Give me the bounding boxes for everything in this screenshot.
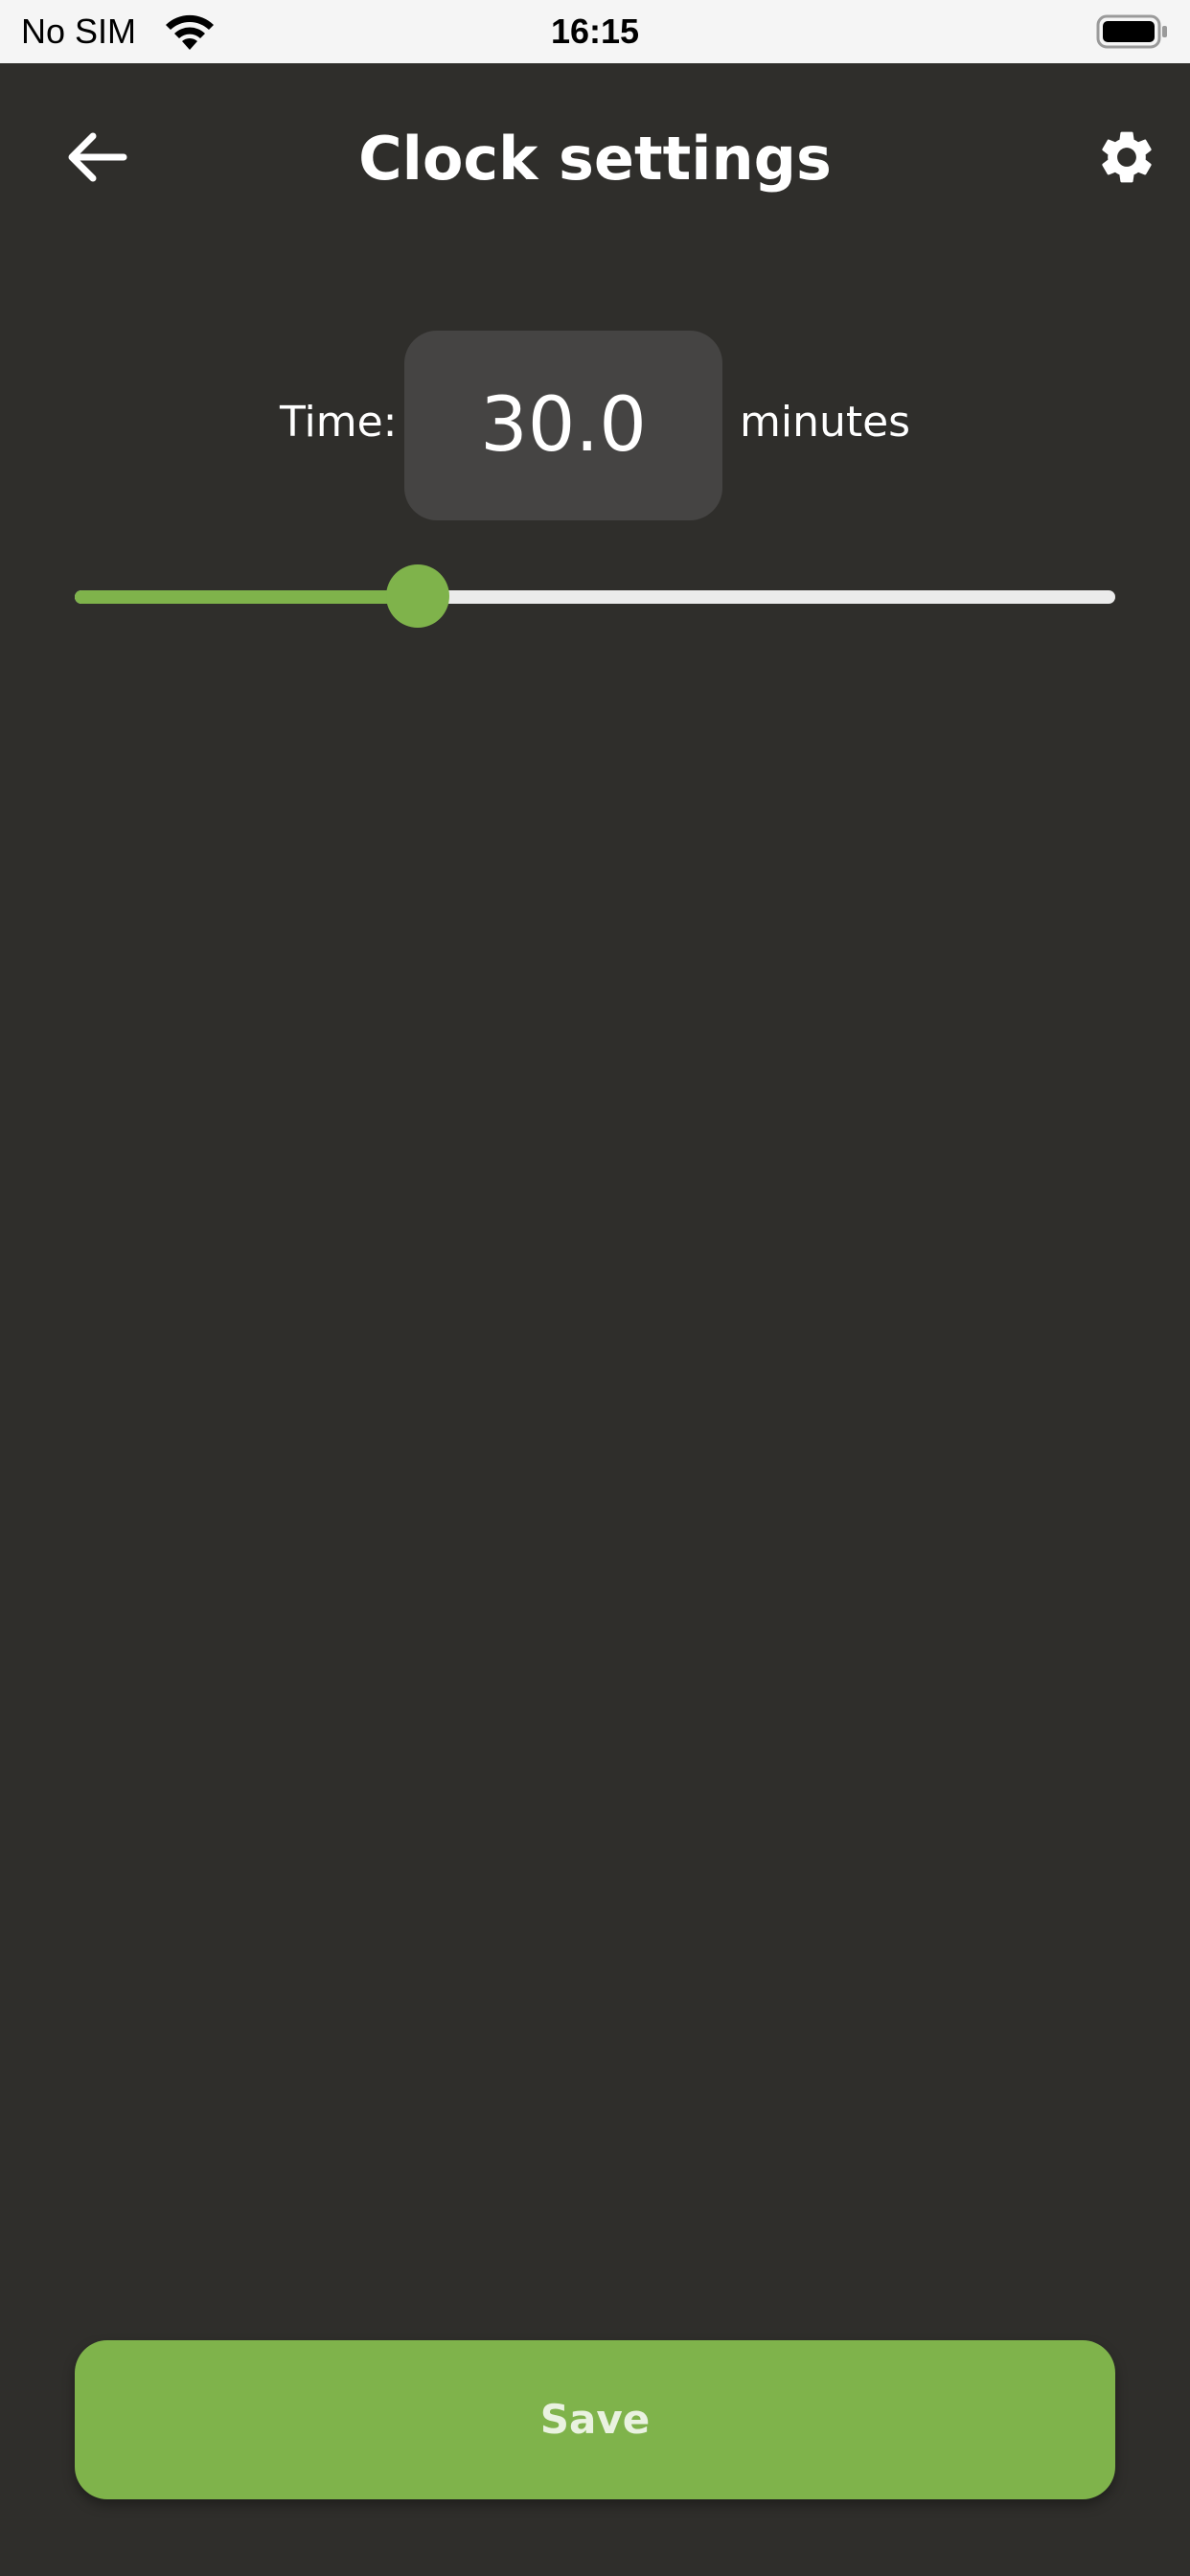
battery-icon: [1096, 13, 1169, 50]
clock-settings-screen: No SIM 16:15 Clock settings Time: 30.0 m…: [0, 0, 1190, 2576]
settings-button[interactable]: [1087, 123, 1167, 196]
time-slider[interactable]: [75, 564, 1115, 629]
slider-fill: [75, 590, 419, 604]
save-button[interactable]: Save: [75, 2340, 1115, 2499]
header: Clock settings: [0, 63, 1190, 255]
status-time: 16:15: [550, 12, 640, 51]
status-bar: No SIM 16:15: [0, 0, 1190, 63]
page-title: Clock settings: [358, 124, 832, 194]
back-button[interactable]: [50, 123, 142, 196]
gear-icon: [1095, 126, 1158, 193]
arrow-left-icon: [62, 128, 129, 190]
time-input[interactable]: 30.0: [404, 331, 722, 520]
slider-thumb[interactable]: [386, 564, 450, 628]
time-unit-label: minutes: [740, 398, 911, 447]
time-setting-row: Time: 30.0 minutes: [0, 331, 1190, 520]
time-label: Time:: [280, 398, 398, 447]
